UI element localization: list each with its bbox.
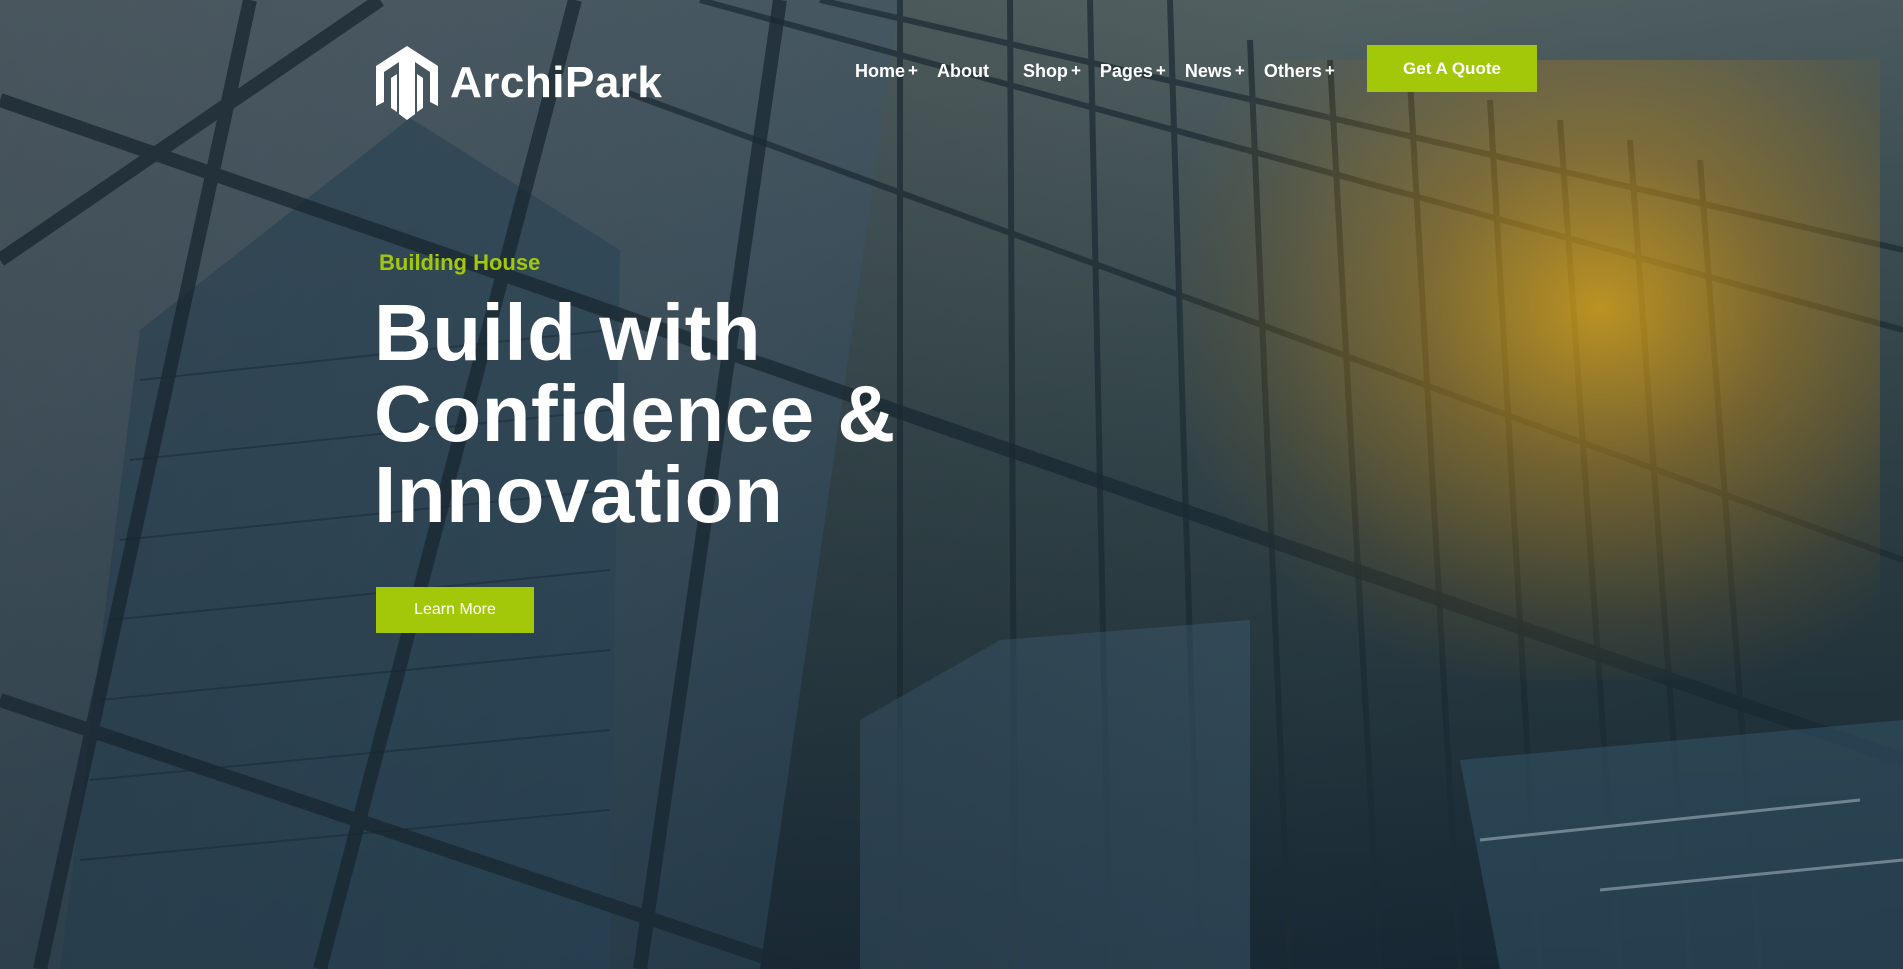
headline-line: Confidence & [374,369,896,458]
nav-item-shop[interactable]: Shop + [1023,61,1081,82]
hero-eyebrow: Building House [379,250,541,275]
plus-icon: + [1324,61,1335,80]
learn-more-button[interactable]: Learn More [376,587,534,633]
nav-item-others[interactable]: Others + [1264,61,1335,82]
main-nav: Home + About Shop + Pages + News + Other… [855,58,1354,84]
headline-line: Innovation [374,450,784,539]
plus-icon: + [908,61,918,80]
nav-item-label: About [936,60,989,81]
site-header: ArchiPark Home + About Shop + Pages + Ne… [0,0,1903,140]
nav-item-about[interactable]: About [937,61,989,82]
nav-item-pages[interactable]: Pages + [1100,61,1166,82]
plus-icon: + [1234,61,1245,80]
nav-item-home[interactable]: Home + [855,61,918,82]
logo-icon [376,46,438,120]
nav-item-news[interactable]: News + [1185,61,1245,82]
plus-icon: + [1155,61,1166,80]
nav-item-label: Shop [1022,60,1068,81]
hero-section: ArchiPark Home + About Shop + Pages + Ne… [0,0,1903,969]
hero-headline: Build with Confidence & Innovation [374,292,994,535]
site-logo[interactable]: ArchiPark [372,44,662,122]
nav-item-label: Others [1263,60,1322,81]
nav-item-label: News [1184,60,1232,81]
logo-text: ArchiPark [450,58,663,107]
plus-icon: + [1070,61,1081,80]
nav-item-label: Pages [1099,60,1153,81]
nav-item-label: Home [855,60,906,81]
get-a-quote-button[interactable]: Get A Quote [1367,45,1537,92]
headline-line: Build with [374,288,762,377]
